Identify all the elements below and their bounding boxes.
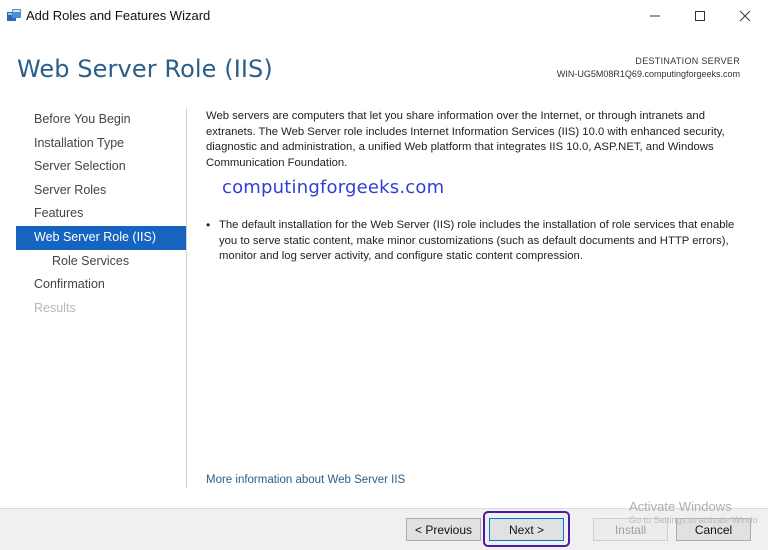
bullet-icon: •	[206, 218, 211, 232]
nav-item-server-selection[interactable]: Server Selection	[16, 155, 186, 179]
maximize-icon[interactable]	[677, 0, 723, 32]
nav-item-role-services[interactable]: Role Services	[16, 250, 186, 274]
activation-watermark-title: Activate Windows	[629, 499, 732, 514]
activation-watermark-subtitle: Go to Settings to activate Windo	[629, 515, 758, 525]
nav-item-features[interactable]: Features	[16, 202, 186, 226]
nav-item-before-you-begin[interactable]: Before You Begin	[16, 108, 186, 132]
minimize-icon[interactable]	[632, 0, 678, 32]
description: Web servers are computers that let you s…	[206, 109, 746, 171]
close-icon[interactable]	[722, 0, 768, 32]
page-title: Web Server Role (IIS)	[17, 55, 273, 83]
server-manager-icon	[6, 7, 22, 23]
title-bar: Add Roles and Features Wizard	[0, 0, 768, 32]
nav-divider	[186, 108, 187, 488]
intro-text: Web servers are computers that let you s…	[206, 110, 725, 169]
nav-item-confirmation[interactable]: Confirmation	[16, 273, 186, 297]
nav-item-server-roles[interactable]: Server Roles	[16, 179, 186, 203]
previous-button[interactable]: < Previous	[406, 518, 481, 541]
nav-item-web-server-role[interactable]: Web Server Role (IIS)	[16, 225, 186, 250]
next-button-highlight	[483, 511, 570, 547]
destination-server-name: WIN-UG5M08R1Q69.computingforgeeks.com	[556, 69, 740, 79]
wizard-nav: Before You Begin Installation Type Serve…	[16, 108, 186, 320]
bullet-list-item: • The default installation for the Web S…	[206, 218, 746, 265]
site-watermark: computingforgeeks.com	[222, 177, 445, 198]
bullet-text: The default installation for the Web Ser…	[219, 219, 735, 262]
nav-item-installation-type[interactable]: Installation Type	[16, 132, 186, 156]
nav-item-results: Results	[34, 300, 76, 315]
destination-server-label: DESTINATION SERVER	[635, 56, 740, 66]
window-title: Add Roles and Features Wizard	[26, 8, 211, 23]
more-info-link[interactable]: More information about Web Server IIS	[206, 474, 405, 486]
